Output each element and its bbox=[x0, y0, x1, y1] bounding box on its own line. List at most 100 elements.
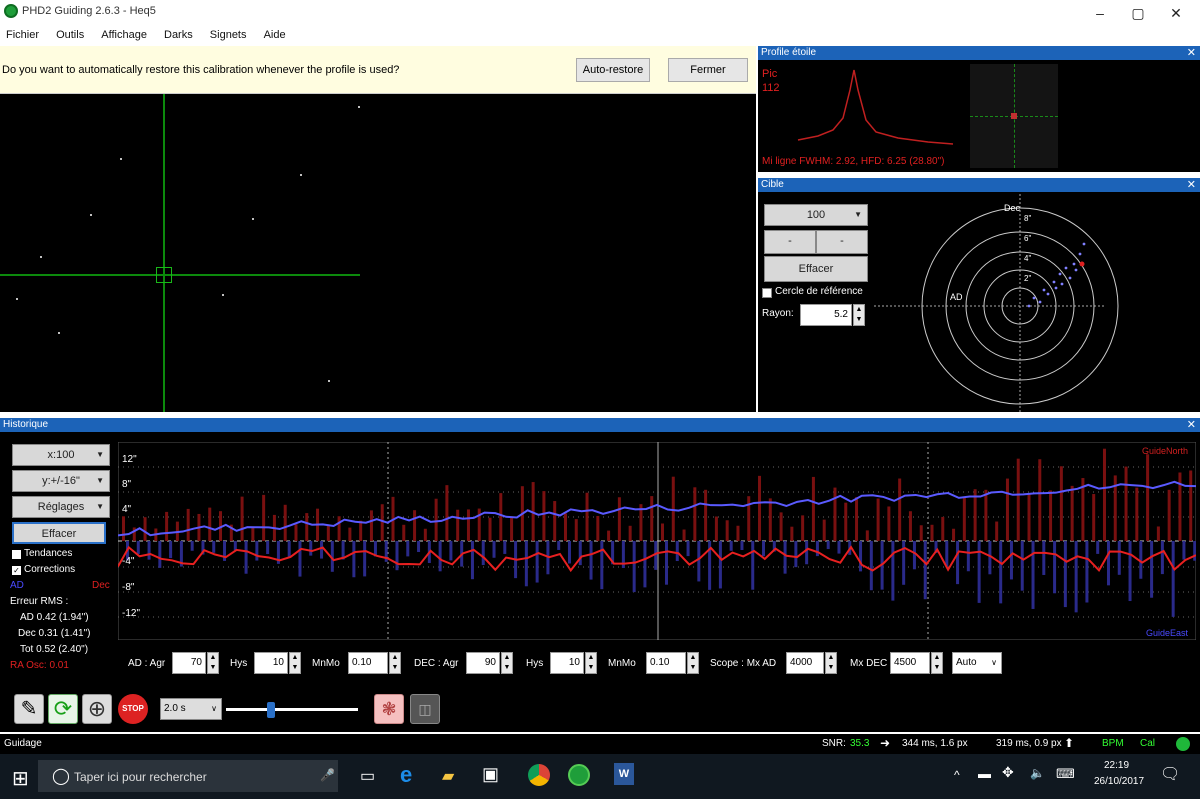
search-box[interactable]: ◯ Taper ici pour rechercher 🎤 bbox=[38, 760, 338, 792]
profile-title-bar: Profile étoile ✕ bbox=[758, 46, 1200, 60]
loop-icon[interactable]: ⟳ bbox=[48, 694, 78, 724]
target-clear-button[interactable]: Effacer bbox=[764, 256, 868, 282]
target-zoom-out-button[interactable]: - bbox=[764, 230, 816, 254]
guide-east-label: GuideEast bbox=[1146, 628, 1189, 638]
menu-outils[interactable]: Outils bbox=[56, 26, 84, 44]
guide-target-icon[interactable]: ⊕ bbox=[82, 694, 112, 724]
y-label-m4: -4" bbox=[122, 556, 135, 567]
exposure-select[interactable]: 2.0 s ∨ bbox=[160, 698, 222, 720]
network-icon[interactable]: ✥ bbox=[1002, 764, 1014, 781]
ad-aggr-spinner[interactable]: ▲ ▼ bbox=[207, 652, 219, 674]
store-icon[interactable]: ▣ bbox=[482, 764, 499, 785]
target-title: Cible bbox=[761, 179, 784, 190]
notifications-icon[interactable]: 🗨 bbox=[1160, 764, 1180, 784]
keyboard-icon[interactable]: ⌨ bbox=[1056, 766, 1075, 782]
profile-close-icon[interactable]: ✕ bbox=[1187, 46, 1196, 60]
ref-circle-checkbox[interactable] bbox=[762, 288, 772, 298]
dec-hys-label: Hys bbox=[526, 658, 544, 669]
history-close-icon[interactable]: ✕ bbox=[1187, 418, 1196, 432]
history-settings-select[interactable]: Réglages ▼ bbox=[12, 496, 110, 518]
dec-aggr-input[interactable]: 90 bbox=[466, 652, 500, 674]
dec-hys-input[interactable]: 10 bbox=[550, 652, 584, 674]
target-zoom-select[interactable]: 100 ▼ bbox=[764, 204, 868, 226]
clock-time[interactable]: 22:19 bbox=[1104, 760, 1129, 771]
trends-label: Tendances bbox=[24, 548, 73, 559]
dec-hys-spinner[interactable]: ▲ ▼ bbox=[585, 652, 597, 674]
ad-hys-input[interactable]: 10 bbox=[254, 652, 288, 674]
mx-dec-input[interactable]: 4500 bbox=[890, 652, 930, 674]
connect-gear-icon[interactable]: ✎ bbox=[14, 694, 44, 724]
dec-mnmo-input[interactable]: 0.10 bbox=[646, 652, 686, 674]
dec-mode-value: Auto bbox=[956, 657, 977, 668]
cal-indicator: Cal bbox=[1140, 738, 1156, 749]
history-clear-button[interactable]: Effacer bbox=[12, 522, 106, 544]
gamma-slider[interactable] bbox=[226, 708, 358, 711]
menu-fichier[interactable]: Fichier bbox=[6, 26, 39, 44]
y-label-m12: -12" bbox=[122, 608, 141, 619]
target-title-bar: Cible ✕ bbox=[758, 178, 1200, 192]
dec-pulse-info: 319 ms, 0.9 px bbox=[996, 738, 1062, 749]
task-view-icon[interactable]: ▭ bbox=[360, 766, 375, 786]
y-label-m8: -8" bbox=[122, 582, 135, 593]
star-profile-panel: Profile étoile ✕ Pic 112 Mi ligne FWHM: … bbox=[758, 46, 1200, 172]
menu-aide[interactable]: Aide bbox=[264, 26, 286, 44]
exposure-value: 2.0 s bbox=[164, 703, 186, 714]
menu-darks[interactable]: Darks bbox=[164, 26, 193, 44]
word-icon[interactable]: W bbox=[614, 763, 634, 785]
chevron-up-icon[interactable]: ^ bbox=[954, 768, 960, 782]
window-title: PHD2 Guiding 2.6.3 - Heq5 bbox=[22, 5, 156, 17]
windows-start-icon[interactable]: ⊞ bbox=[12, 766, 29, 791]
ad-hys-spinner[interactable]: ▲ ▼ bbox=[289, 652, 301, 674]
dec-mnmo-spinner[interactable]: ▲ ▼ bbox=[687, 652, 699, 674]
ad-mnmo-input[interactable]: 0.10 bbox=[348, 652, 388, 674]
radius-input[interactable]: 5.2 bbox=[800, 304, 852, 326]
history-x-scale-select[interactable]: x:100 ▼ bbox=[12, 444, 110, 466]
battery-icon[interactable]: ▬ bbox=[978, 766, 991, 781]
volume-icon[interactable]: 🔈 bbox=[1030, 766, 1045, 780]
corrections-label: Corrections bbox=[24, 564, 76, 575]
gamma-slider-thumb[interactable] bbox=[266, 702, 275, 718]
ad-mnmo-spinner[interactable]: ▲ ▼ bbox=[389, 652, 401, 674]
target-panel: Cible ✕ 100 ▼ - - Effacer Cercle de référ… bbox=[758, 178, 1200, 412]
mx-ad-input[interactable]: 4000 bbox=[786, 652, 824, 674]
file-explorer-icon[interactable]: ▰ bbox=[442, 766, 454, 786]
trends-checkbox[interactable] bbox=[12, 550, 21, 559]
dec-aggr-spinner[interactable]: ▲ ▼ bbox=[501, 652, 513, 674]
legend-dec: Dec bbox=[92, 580, 110, 591]
snr-value: 35.3 bbox=[850, 738, 870, 749]
dec-mode-select[interactable]: Auto ∨ bbox=[952, 652, 1002, 674]
calibration-info-bar: Do you want to automatically restore thi… bbox=[0, 46, 756, 94]
ad-aggr-input[interactable]: 70 bbox=[172, 652, 206, 674]
brain-icon[interactable]: ❃ bbox=[374, 694, 404, 724]
stop-icon[interactable]: STOP bbox=[118, 694, 148, 724]
fermer-button[interactable]: Fermer bbox=[668, 58, 748, 82]
rms-title: Erreur RMS : bbox=[10, 596, 69, 607]
chrome-icon[interactable] bbox=[528, 764, 550, 786]
calibration-message: Do you want to automatically restore thi… bbox=[2, 64, 400, 76]
target-close-icon[interactable]: ✕ bbox=[1187, 178, 1196, 192]
close-button[interactable]: ✕ bbox=[1158, 3, 1194, 23]
minimize-button[interactable]: – bbox=[1082, 3, 1118, 23]
clock-date[interactable]: 26/10/2017 bbox=[1094, 776, 1144, 787]
radius-label: Rayon: bbox=[762, 308, 794, 319]
camera-view[interactable] bbox=[0, 94, 756, 412]
target-zoom-in-button[interactable]: - bbox=[816, 230, 868, 254]
corrections-checkbox[interactable]: ✓ bbox=[12, 566, 21, 575]
target-plot bbox=[874, 194, 1119, 412]
auto-restore-button[interactable]: Auto-restore bbox=[576, 58, 650, 82]
mx-dec-spinner[interactable]: ▲ ▼ bbox=[931, 652, 943, 674]
menu-affichage[interactable]: Affichage bbox=[101, 26, 147, 44]
ra-pulse-info: 344 ms, 1.6 px bbox=[902, 738, 968, 749]
windows-taskbar: ⊞ ◯ Taper ici pour rechercher 🎤 ▭ e ▰ ▣ … bbox=[0, 754, 1200, 799]
history-y-scale-select[interactable]: y:+/-16" ▼ bbox=[12, 470, 110, 492]
phd2-taskbar-icon[interactable] bbox=[568, 764, 590, 786]
rms-tot: Tot 0.52 (2.40") bbox=[20, 644, 89, 655]
radius-spinner[interactable]: ▲ ▼ bbox=[853, 304, 865, 326]
mx-ad-spinner[interactable]: ▲ ▼ bbox=[825, 652, 837, 674]
menu-signets[interactable]: Signets bbox=[210, 26, 247, 44]
y-scale-value: y:+/-16" bbox=[42, 475, 80, 487]
maximize-button[interactable]: ▢ bbox=[1120, 3, 1156, 23]
bpm-indicator: BPM bbox=[1102, 738, 1124, 749]
camera-icon[interactable]: ◫ bbox=[410, 694, 440, 724]
edge-icon[interactable]: e bbox=[400, 762, 412, 788]
